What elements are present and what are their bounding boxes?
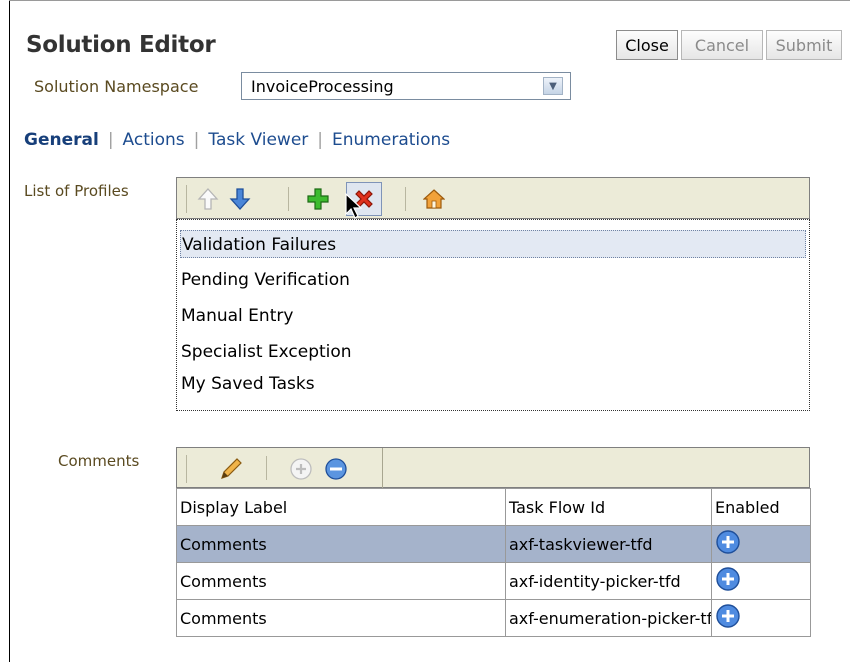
list-item[interactable]: My Saved Tasks [181, 370, 315, 398]
window-border-left [9, 0, 10, 662]
window-border-top [9, 0, 850, 1]
profiles-list[interactable]: Validation Failures Pending Verification… [176, 219, 810, 411]
toolbar-grip [186, 455, 187, 483]
cell-task-flow-id: axf-identity-picker-tfd [505, 562, 712, 600]
tab-enumerations[interactable]: Enumerations [332, 130, 450, 150]
enabled-toggle-icon[interactable] [715, 566, 741, 596]
table-header-row: Display Label Task Flow Id Enabled [176, 488, 811, 526]
toolbar-separator [382, 448, 383, 488]
profiles-toolbar [176, 177, 810, 219]
move-up-icon[interactable] [195, 186, 221, 212]
tab-divider: | [317, 130, 324, 150]
column-header-task-flow-id[interactable]: Task Flow Id [505, 488, 712, 526]
table-row[interactable]: Comments axf-identity-picker-tfd [176, 562, 811, 600]
chevron-down-icon[interactable]: ▼ [543, 77, 563, 95]
toolbar-separator [288, 187, 289, 211]
cell-task-flow-id: axf-enumeration-picker-tfd [505, 599, 712, 637]
cell-enabled [711, 599, 811, 637]
table-row[interactable]: Comments axf-enumeration-picker-tfd [176, 599, 811, 637]
cell-display-label: Comments [176, 562, 506, 600]
toolbar-grip [186, 185, 187, 213]
close-button[interactable]: Close [616, 30, 678, 60]
namespace-label: Solution Namespace [34, 77, 199, 96]
add-icon[interactable] [305, 186, 331, 212]
column-header-display-label[interactable]: Display Label [176, 488, 506, 526]
cell-enabled [711, 525, 811, 563]
tab-task-viewer[interactable]: Task Viewer [208, 130, 308, 150]
home-icon[interactable] [421, 186, 447, 212]
enabled-toggle-icon[interactable] [715, 603, 741, 633]
namespace-value: InvoiceProcessing [251, 77, 394, 96]
cell-display-label: Comments [176, 525, 506, 563]
comments-label: Comments [58, 452, 140, 470]
tab-actions[interactable]: Actions [123, 130, 185, 150]
cell-display-label: Comments [176, 599, 506, 637]
submit-button[interactable]: Submit [766, 30, 842, 60]
comments-toolbar [176, 447, 810, 488]
edit-pencil-icon[interactable] [217, 455, 245, 483]
enabled-toggle-icon[interactable] [715, 529, 741, 559]
move-down-icon[interactable] [227, 186, 253, 212]
tab-general[interactable]: General [24, 130, 99, 150]
namespace-select[interactable]: InvoiceProcessing ▼ [241, 72, 571, 100]
list-item[interactable]: Validation Failures [180, 230, 806, 258]
list-item[interactable]: Manual Entry [181, 302, 293, 330]
add-icon[interactable] [288, 456, 314, 482]
list-item[interactable]: Pending Verification [181, 266, 350, 294]
cell-task-flow-id: axf-taskviewer-tfd [505, 525, 712, 563]
profiles-label: List of Profiles [24, 182, 129, 200]
tab-divider: | [107, 130, 114, 150]
tab-bar: General | Actions | Task Viewer | Enumer… [24, 130, 450, 150]
cell-enabled [711, 562, 811, 600]
list-item[interactable]: Specialist Exception [181, 338, 352, 366]
remove-icon[interactable] [323, 456, 349, 482]
column-header-enabled[interactable]: Enabled [711, 488, 811, 526]
toolbar-separator [266, 456, 267, 480]
comments-table: Display Label Task Flow Id Enabled Comme… [176, 488, 811, 637]
cancel-button[interactable]: Cancel [681, 30, 763, 60]
toolbar-separator [405, 187, 406, 211]
tab-divider: | [193, 130, 200, 150]
table-row[interactable]: Comments axf-taskviewer-tfd [176, 525, 811, 563]
page-title: Solution Editor [26, 32, 216, 58]
